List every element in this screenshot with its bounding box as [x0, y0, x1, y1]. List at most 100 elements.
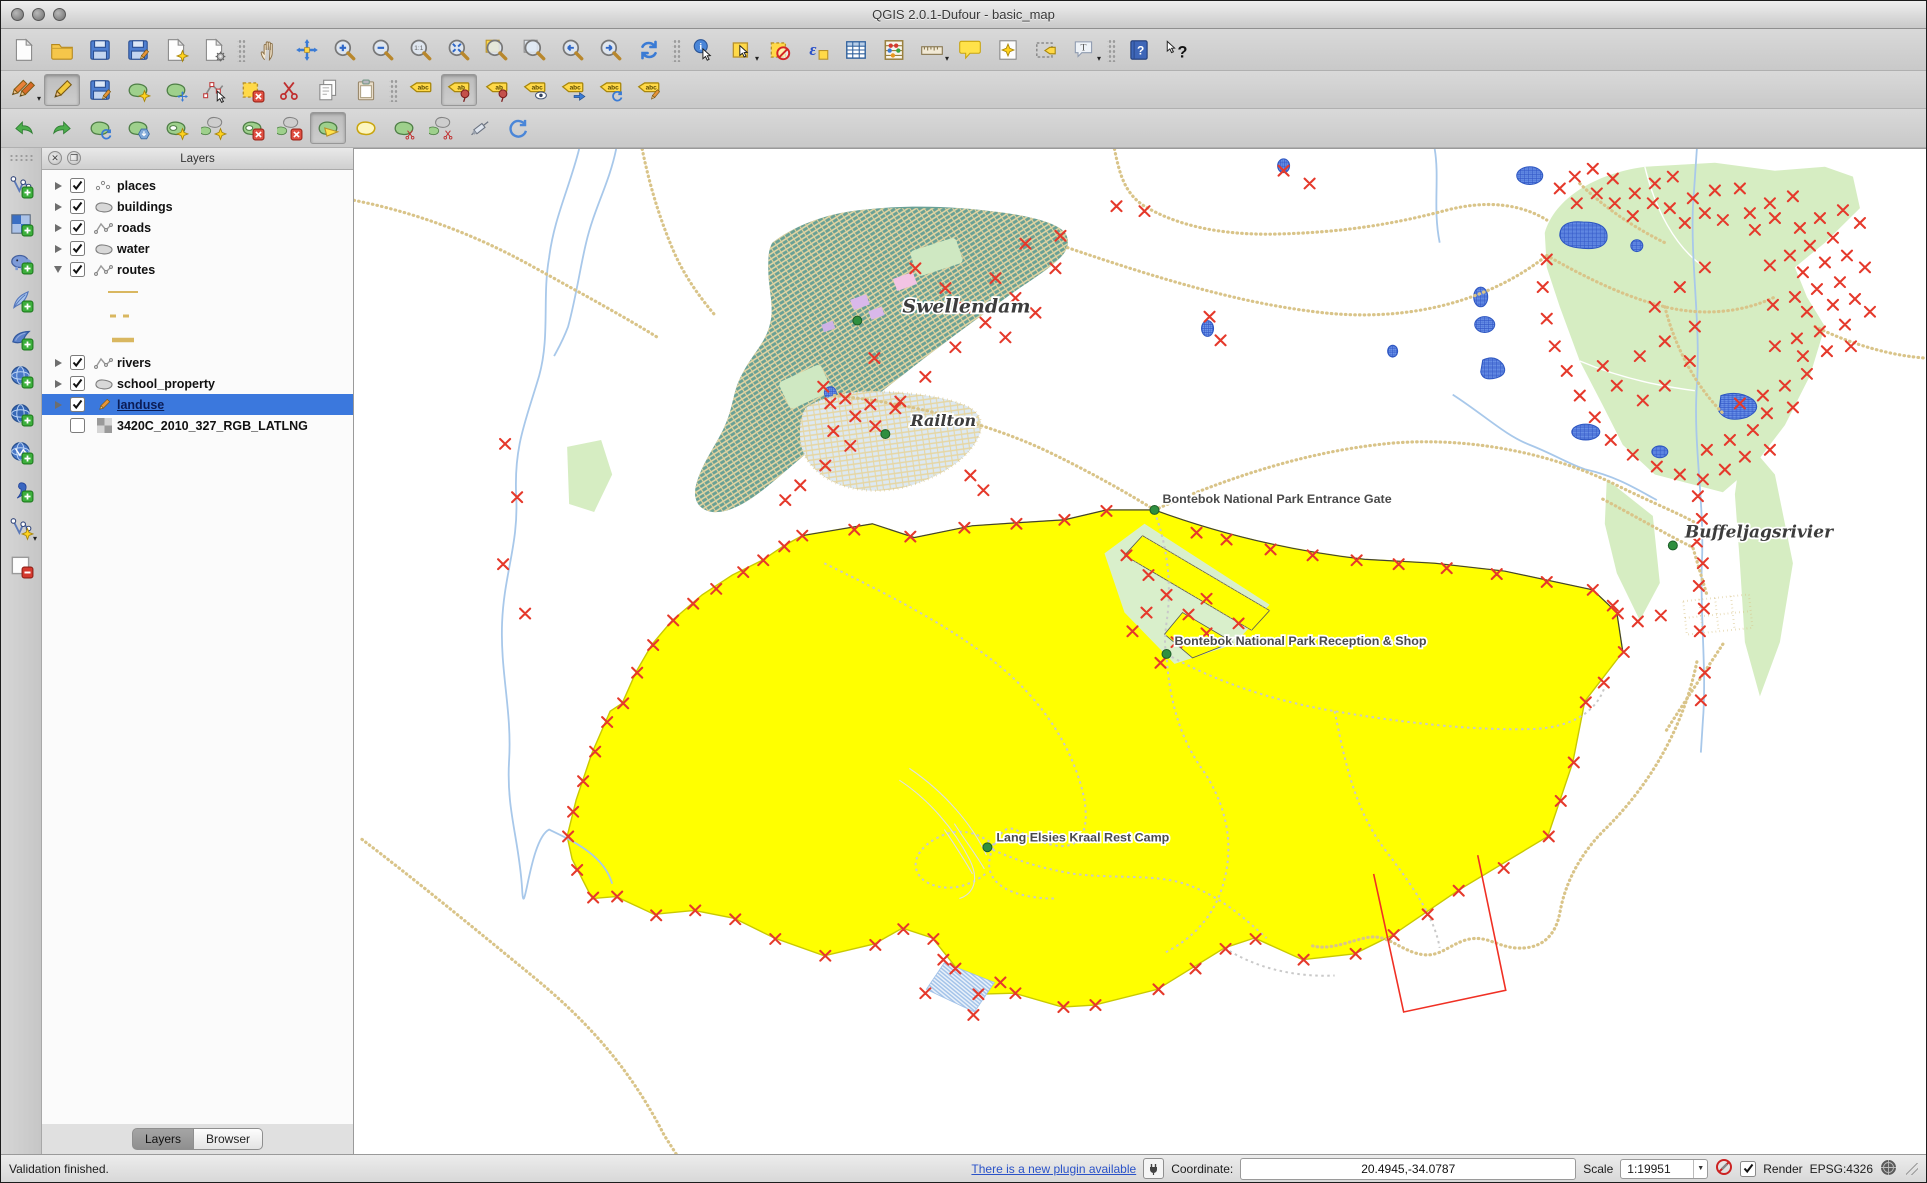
scale-combo[interactable]: 1:19951 ▼ — [1620, 1159, 1708, 1179]
remove-layer-button[interactable] — [4, 548, 38, 584]
select-features-button[interactable]: ▾ — [724, 34, 760, 66]
layer-expand-arrow[interactable] — [52, 182, 64, 190]
layer-expand-arrow[interactable] — [52, 380, 64, 388]
layer-checkbox[interactable] — [70, 220, 85, 235]
labeling-button[interactable]: abc — [403, 74, 439, 106]
layer-checkbox[interactable] — [70, 376, 85, 391]
zoom-in-button[interactable] — [327, 34, 363, 66]
tab-layers[interactable]: Layers — [132, 1128, 194, 1150]
add-vector-layer-button[interactable] — [4, 168, 38, 204]
add-ring-button[interactable] — [158, 112, 194, 144]
add-raster-layer-button[interactable] — [4, 206, 38, 242]
tab-browser[interactable]: Browser — [194, 1128, 263, 1150]
deselect-features-button[interactable] — [762, 34, 798, 66]
scale-dropdown-icon[interactable]: ▼ — [1693, 1160, 1707, 1178]
render-checkbox[interactable] — [1740, 1161, 1756, 1177]
layer-row-roads[interactable]: roads — [42, 217, 353, 238]
layer-row-buildings[interactable]: buildings — [42, 196, 353, 217]
add-spatialite-layer-button[interactable] — [4, 282, 38, 318]
add-mssql-layer-button[interactable] — [4, 320, 38, 356]
plugin-available-link[interactable]: There is a new plugin available — [971, 1162, 1136, 1176]
save-project-button[interactable] — [82, 34, 118, 66]
move-feature-button[interactable] — [158, 74, 194, 106]
layer-checkbox[interactable] — [70, 397, 85, 412]
layer-row-water[interactable]: water — [42, 238, 353, 259]
current-edits-button[interactable]: ▾ — [6, 74, 42, 106]
open-project-button[interactable] — [44, 34, 80, 66]
layer-row-places[interactable]: places — [42, 175, 353, 196]
add-part-button[interactable] — [196, 112, 232, 144]
offset-curve-button[interactable] — [348, 112, 384, 144]
toggle-editing-button[interactable] — [44, 74, 80, 106]
layer-checkbox[interactable] — [70, 418, 85, 433]
map-tips-button[interactable] — [952, 34, 988, 66]
layer-row-school_property[interactable]: school_property — [42, 373, 353, 394]
pan-to-selection-button[interactable] — [289, 34, 325, 66]
add-delimited-text-layer-button[interactable] — [4, 472, 38, 508]
identify-features-button[interactable]: i — [686, 34, 722, 66]
composer-manager-button[interactable] — [196, 34, 232, 66]
layer-expand-arrow[interactable] — [52, 224, 64, 232]
close-window-button[interactable] — [11, 8, 24, 21]
zoom-to-selection-button[interactable] — [479, 34, 515, 66]
stop-rendering-icon[interactable] — [1715, 1158, 1733, 1179]
add-wcs-layer-button[interactable] — [4, 396, 38, 432]
text-annotation-button[interactable]: T▾ — [1066, 34, 1102, 66]
measure-button[interactable]: ▾ — [914, 34, 950, 66]
layer-checkbox[interactable] — [70, 199, 85, 214]
save-layer-edits-button[interactable] — [82, 74, 118, 106]
zoom-to-layer-button[interactable] — [517, 34, 553, 66]
whats-this-button[interactable]: ? — [1159, 34, 1195, 66]
layer-expand-arrow[interactable] — [52, 401, 64, 409]
layer-expand-arrow[interactable] — [52, 266, 64, 273]
help-button[interactable]: ? — [1121, 34, 1157, 66]
zoom-window-button[interactable] — [53, 8, 66, 21]
add-feature-button[interactable] — [120, 74, 156, 106]
layer-row-rivers[interactable]: rivers — [42, 352, 353, 373]
float-panel-icon[interactable]: ❐ — [67, 151, 81, 165]
zoom-native-button[interactable]: 1:1 — [403, 34, 439, 66]
cut-features-button[interactable] — [272, 74, 308, 106]
select-by-expression-button[interactable]: ε — [800, 34, 836, 66]
add-wfs-layer-button[interactable] — [4, 434, 38, 470]
refresh-map-button[interactable] — [631, 34, 667, 66]
highlight-pinned-labels-button[interactable]: ab — [479, 74, 515, 106]
layer-expand-arrow[interactable] — [52, 203, 64, 211]
minimize-window-button[interactable] — [32, 8, 45, 21]
paste-features-button[interactable] — [348, 74, 384, 106]
layer-expand-arrow[interactable] — [52, 245, 64, 253]
window-resize-grip[interactable] — [1906, 1163, 1918, 1175]
open-attribute-table-button[interactable] — [838, 34, 874, 66]
delete-ring-button[interactable] — [234, 112, 270, 144]
new-print-composer-button[interactable] — [158, 34, 194, 66]
rotate-point-symbols-button[interactable] — [500, 112, 536, 144]
layer-checkbox[interactable] — [70, 241, 85, 256]
layer-row-landuse[interactable]: landuse — [42, 394, 353, 415]
zoom-next-button[interactable] — [593, 34, 629, 66]
split-parts-button[interactable] — [424, 112, 460, 144]
new-shapefile-layer-button[interactable]: ▾ — [4, 510, 38, 546]
add-wms-layer-button[interactable] — [4, 358, 38, 394]
save-project-as-button[interactable] — [120, 34, 156, 66]
rotate-feature-button[interactable] — [82, 112, 118, 144]
crs-globe-icon[interactable] — [1880, 1159, 1897, 1179]
split-features-button[interactable] — [386, 112, 422, 144]
new-bookmark-button[interactable] — [990, 34, 1026, 66]
layer-row-3420C_2010_327_RGB_LATLNG[interactable]: 3420C_2010_327_RGB_LATLNG — [42, 415, 353, 436]
layer-checkbox[interactable] — [70, 178, 85, 193]
change-label-button[interactable]: abc — [631, 74, 667, 106]
new-project-button[interactable] — [6, 34, 42, 66]
add-postgis-layer-button[interactable] — [4, 244, 38, 280]
reshape-features-button[interactable] — [310, 112, 346, 144]
zoom-last-button[interactable] — [555, 34, 591, 66]
show-hide-labels-button[interactable]: abc — [517, 74, 553, 106]
plugin-icon[interactable] — [1143, 1158, 1164, 1179]
field-statistics-button[interactable] — [876, 34, 912, 66]
delete-selected-button[interactable] — [234, 74, 270, 106]
layer-checkbox[interactable] — [70, 262, 85, 277]
merge-features-button[interactable] — [462, 112, 498, 144]
zoom-out-button[interactable] — [365, 34, 401, 66]
map-canvas[interactable]: SwellendamRailtonBuffeljagsrivierBontebo… — [354, 148, 1926, 1154]
close-panel-icon[interactable]: ✕ — [48, 151, 62, 165]
delete-part-button[interactable] — [272, 112, 308, 144]
